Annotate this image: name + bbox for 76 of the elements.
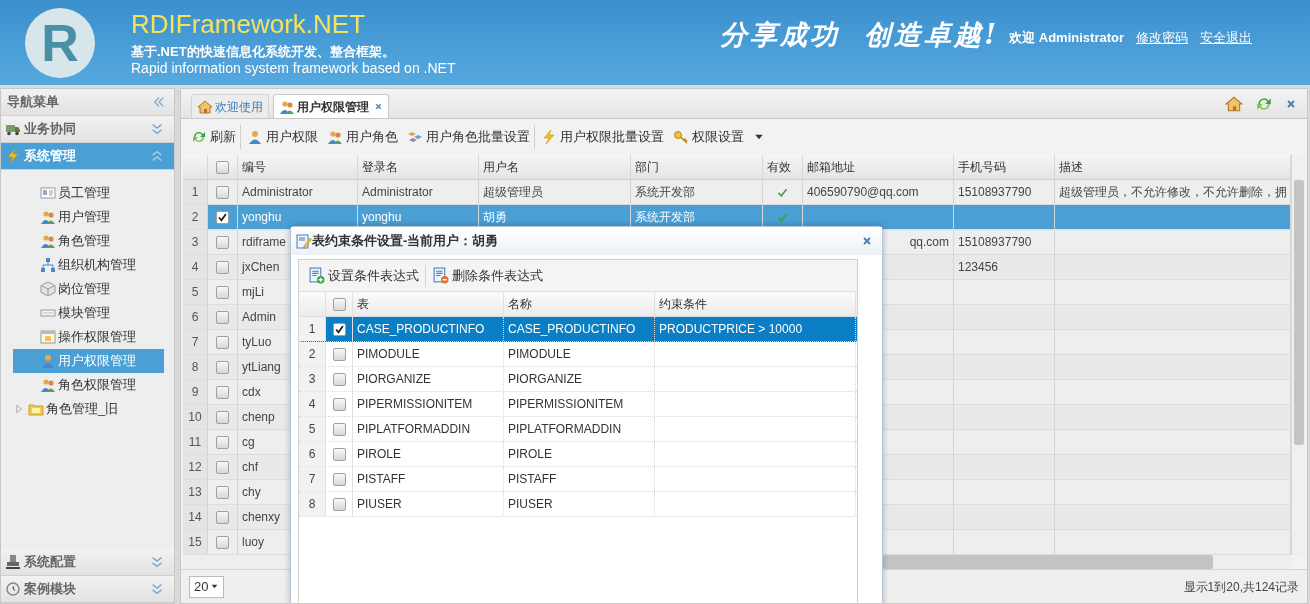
- row-number: 1: [299, 317, 326, 341]
- welcome-text: 欢迎 Administrator: [1009, 28, 1124, 47]
- row-number: 14: [183, 505, 208, 529]
- table-cell-text: PISTAFF: [357, 471, 406, 488]
- table-cell-text: PIROLE: [508, 446, 552, 463]
- table-cell-text: ytLiang: [242, 359, 281, 376]
- row-number: 7: [299, 467, 326, 491]
- row-number: 1: [183, 180, 208, 204]
- table-cell-text: PIUSER: [508, 496, 553, 513]
- table-cell-text: CASE_PRODUCTINFO: [357, 321, 485, 338]
- table-cell-text: 406590790@qq.com: [807, 184, 919, 201]
- table-cell-text: 系统开发部: [635, 209, 695, 226]
- table-cell-text: rdiframe: [242, 234, 286, 251]
- table-cell-text: chf: [242, 459, 258, 476]
- table-cell-text: PIPERMISSIONITEM: [508, 396, 624, 413]
- table-cell-text: 胡勇: [483, 209, 507, 226]
- table-cell-text: PIMODULE: [508, 346, 571, 363]
- table-cell-text: 15108937790: [958, 184, 1032, 201]
- table-cell-text: 超级管理员，不允许修改，不允许删除，拥: [1059, 184, 1287, 201]
- table-cell-text: chenxy: [242, 509, 281, 526]
- row-number: 2: [299, 342, 326, 366]
- table-cell-text: Admin: [242, 309, 276, 326]
- row-number: 7: [183, 330, 208, 354]
- pager-summary: 显示1到20,共124记录: [1183, 578, 1299, 596]
- row-number: 13: [183, 480, 208, 504]
- row-number: 10: [183, 405, 208, 429]
- row-number: 5: [183, 280, 208, 304]
- app-title: RDIFramework.NET: [131, 8, 366, 39]
- table-cell-text: jxChen: [242, 259, 280, 276]
- subtitle: 基于.NET的快速信息化系统开发、整合框架。: [131, 42, 396, 60]
- table-cell-text: 123456: [958, 259, 999, 276]
- table-cell-text: cdx: [242, 384, 261, 401]
- table-cell-text: CASE_PRODUCTINFO: [508, 321, 636, 338]
- table-cell-text: qq.com: [909, 234, 949, 251]
- table-cell-text: Administrator: [362, 184, 433, 201]
- row-number: 2: [183, 205, 208, 229]
- row-number: 4: [183, 255, 208, 279]
- table-cell-text: yonghu: [362, 209, 402, 226]
- row-number: 9: [183, 380, 208, 404]
- table-cell-text: PISTAFF: [508, 471, 557, 488]
- slogan: 分享成功 创造卓越!: [719, 18, 1000, 53]
- table-cell-text: PIUSER: [357, 496, 402, 513]
- row-number: 6: [183, 305, 208, 329]
- table-cell-text: 系统开发部: [635, 184, 695, 201]
- row-number: 11: [183, 430, 208, 454]
- subtitle: Rapid information system framework based on .NET: [131, 59, 456, 77]
- logo: R: [25, 7, 95, 78]
- table-cell-text: PIORGANIZE: [508, 371, 582, 388]
- table-cell-text: PIPERMISSIONITEM: [357, 396, 473, 413]
- table-cell-text: chy: [242, 484, 261, 501]
- table-cell-text: yonghu: [242, 209, 282, 226]
- row-number: 4: [299, 392, 326, 416]
- table-cell-text: cg: [242, 434, 255, 451]
- table-cell-text: PIMODULE: [357, 346, 420, 363]
- row-number: 8: [299, 492, 326, 516]
- table-cell-text: PIORGANIZE: [357, 371, 431, 388]
- table-cell-text: luoy: [242, 534, 264, 551]
- table-cell-text: PRODUCTPRICE > 10000: [659, 321, 803, 338]
- row-number: 3: [183, 230, 208, 254]
- row-number: 15: [183, 530, 208, 554]
- panel-title: 导航菜单: [7, 93, 59, 112]
- table-cell-text: tyLuo: [242, 334, 272, 351]
- table-cell-text: 15108937790: [958, 234, 1032, 251]
- row-number: 8: [183, 355, 208, 379]
- dialog-title: 表约束条件设置-当前用户：胡勇: [312, 232, 499, 251]
- table-cell-text: PIROLE: [357, 446, 401, 463]
- table-cell-text: chenp: [242, 409, 275, 426]
- row-number: 5: [299, 417, 326, 441]
- table-cell-text: PIPLATFORMADDIN: [357, 421, 471, 438]
- row-number: 3: [299, 367, 326, 391]
- table-cell-text: mjLi: [242, 284, 264, 301]
- table-cell-text: Administrator: [242, 184, 313, 201]
- row-number: 12: [183, 455, 208, 479]
- row-number: 6: [299, 442, 326, 466]
- table-cell-text: PIPLATFORMADDIN: [508, 421, 622, 438]
- table-cell-text: 超级管理员: [483, 184, 543, 201]
